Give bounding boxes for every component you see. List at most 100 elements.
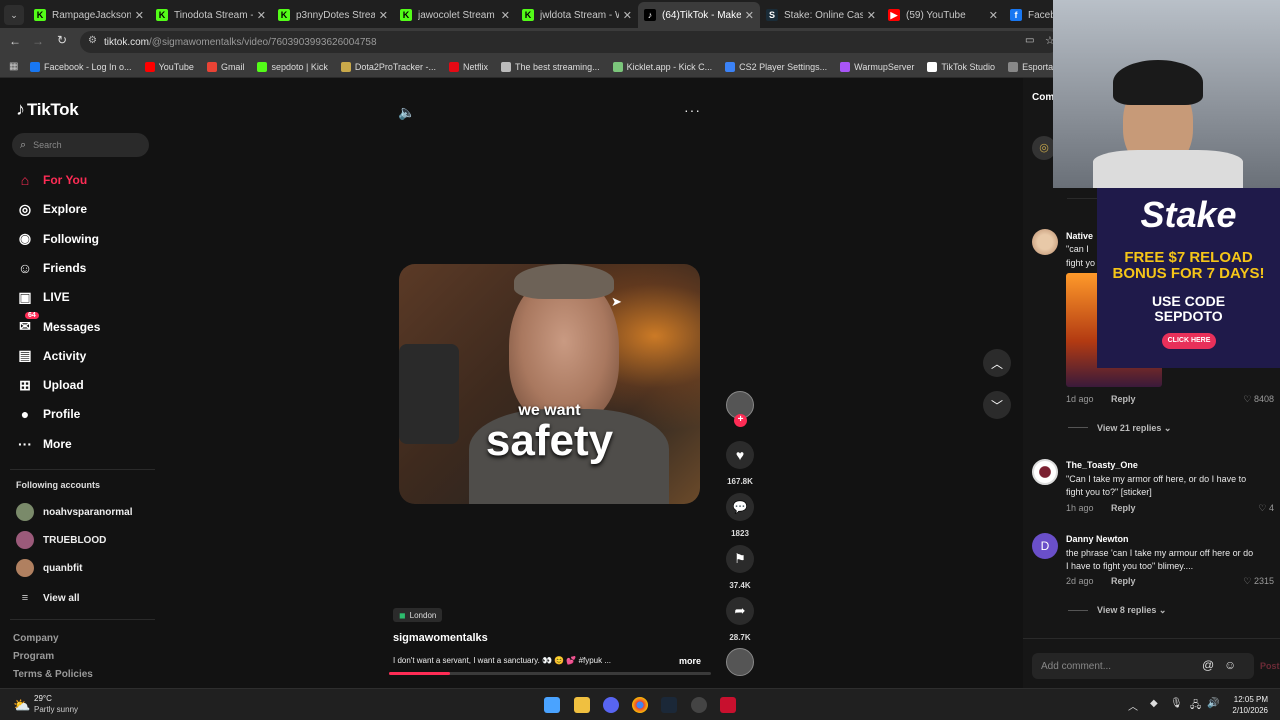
chrome-icon[interactable] xyxy=(632,697,648,713)
bookmark-item[interactable]: WarmupServer xyxy=(840,61,914,72)
following-account[interactable]: TRUEBLOOD xyxy=(16,530,106,550)
tray-chevron-up-icon[interactable]: ︿ xyxy=(1128,698,1138,713)
bookmark-item[interactable]: TikTok Studio xyxy=(927,61,995,72)
speaker-icon[interactable]: 🔊 xyxy=(1207,698,1219,709)
browser-tab[interactable]: ♪ (64)TikTok - Make ✕ xyxy=(638,2,760,28)
forward-arrow-icon[interactable]: → xyxy=(32,34,44,48)
site-info-icon[interactable]: ⚙ xyxy=(88,35,97,46)
browser-tab[interactable]: S Stake: Online Casino ✕ xyxy=(760,2,882,28)
tab-close-icon[interactable]: ✕ xyxy=(623,9,632,22)
tiktok-logo[interactable]: ♪ TikTok xyxy=(16,99,79,120)
browser-tab[interactable]: Kjwldota Stream - Wa ✕ xyxy=(516,2,638,28)
bookmark-item[interactable]: sepdoto | Kick xyxy=(257,61,328,72)
obs-icon[interactable] xyxy=(691,697,707,713)
nav-live[interactable]: ▣ LIVE xyxy=(16,285,69,309)
save-button[interactable]: ⚑ xyxy=(726,545,754,573)
view-replies-button[interactable]: View 21 replies ⌄ xyxy=(1097,423,1171,434)
comment-button[interactable]: 💬 xyxy=(726,493,754,521)
footer-program-link[interactable]: Program xyxy=(13,651,54,662)
volume-icon[interactable]: 🔈 xyxy=(398,104,415,121)
clock-date[interactable]: 2/10/2026 xyxy=(1228,706,1268,715)
apps-grid-icon[interactable]: ▦ xyxy=(9,61,18,72)
previous-video-button[interactable]: ︿ xyxy=(983,349,1011,377)
bookmark-item[interactable]: Kicklet.app - Kick C... xyxy=(612,61,712,72)
comment-author[interactable]: The_Toasty_One xyxy=(1066,460,1138,470)
tab-close-icon[interactable]: ✕ xyxy=(745,9,754,22)
follow-plus-icon[interactable]: + xyxy=(734,414,747,427)
search-input[interactable]: ⌕ Search xyxy=(12,133,149,157)
network-icon[interactable]: 🖧 xyxy=(1190,698,1201,715)
app-red-icon[interactable] xyxy=(720,697,736,713)
file-explorer-icon[interactable] xyxy=(574,697,590,713)
description-more-button[interactable]: more xyxy=(679,656,701,666)
tray-app-icon[interactable]: ◆ xyxy=(1150,698,1158,709)
add-comment-input[interactable]: Add comment... @ ☺ xyxy=(1032,653,1254,679)
nav-activity[interactable]: ▤ Activity xyxy=(16,344,86,368)
bookmark-item[interactable]: Facebook - Log In o... xyxy=(30,61,132,72)
video-more-options-icon[interactable]: ··· xyxy=(684,102,701,118)
comment-like-button[interactable]: ♡ 2315 xyxy=(1223,576,1274,587)
nav-explore[interactable]: ◎ Explore xyxy=(16,197,87,221)
video-author[interactable]: sigmawomentalks xyxy=(393,632,488,644)
music-disc-avatar[interactable] xyxy=(726,648,754,676)
tab-close-icon[interactable]: ✕ xyxy=(501,9,510,22)
clock-time[interactable]: 12:05 PM xyxy=(1228,695,1268,704)
emoji-icon[interactable]: ☺ xyxy=(1224,658,1236,672)
bookmark-item[interactable]: Dota2ProTracker -... xyxy=(340,61,436,72)
browser-tab[interactable]: Kp3nnyDotes Stream ✕ xyxy=(272,2,394,28)
nav-upload[interactable]: ⊞ Upload xyxy=(16,373,84,397)
video-progress-track[interactable] xyxy=(389,672,711,675)
following-account[interactable]: noahvsparanormal xyxy=(16,502,132,522)
tab-close-icon[interactable]: ✕ xyxy=(867,9,876,22)
following-account[interactable]: quanbfit xyxy=(16,558,82,578)
weather-icon[interactable]: ⛅ xyxy=(13,697,30,714)
nav-following[interactable]: ◉ Following xyxy=(16,227,99,251)
address-bar[interactable]: ⚙ tiktok.com/@sigmawomentalks/video/7603… xyxy=(80,31,1060,53)
view-all-link[interactable]: ≡ View all xyxy=(16,588,80,608)
comment-avatar[interactable]: D xyxy=(1032,533,1058,559)
post-comment-button[interactable]: Post xyxy=(1260,661,1280,671)
reload-icon[interactable]: ↻ xyxy=(57,33,67,47)
microphone-icon[interactable]: 🎙 xyxy=(1170,698,1183,709)
comment-avatar[interactable] xyxy=(1032,229,1058,255)
tab-close-icon[interactable]: ✕ xyxy=(379,9,388,22)
discord-icon[interactable] xyxy=(603,697,619,713)
video-player[interactable]: we want safety xyxy=(399,264,700,504)
windows-start-icon[interactable] xyxy=(544,697,560,713)
nav-friends[interactable]: ☺ Friends xyxy=(16,256,87,280)
nav-profile[interactable]: ● Profile xyxy=(16,402,81,426)
tab-close-icon[interactable]: ✕ xyxy=(135,9,144,22)
comment-avatar[interactable] xyxy=(1032,459,1058,485)
browser-tab[interactable]: K RampageJackson Str ✕ xyxy=(28,2,150,28)
steam-icon[interactable] xyxy=(661,697,677,713)
like-button[interactable]: ♥ xyxy=(726,441,754,469)
footer-company-link[interactable]: Company xyxy=(13,633,59,644)
bookmark-item[interactable]: CS2 Player Settings... xyxy=(725,61,827,72)
browser-tab[interactable]: K Tinodota Stream - W ✕ xyxy=(150,2,272,28)
browser-tab[interactable]: ▶ (59) YouTube ✕ xyxy=(882,2,1004,28)
comments-tab-header[interactable]: Com xyxy=(1032,92,1054,103)
comment-reply-button[interactable]: Reply xyxy=(1111,503,1136,513)
share-button[interactable]: ➦ xyxy=(726,597,754,625)
nav-for-you[interactable]: ⌂ For You xyxy=(16,168,87,192)
comment-like-button[interactable]: ♡ 4 xyxy=(1223,503,1274,514)
nav-more[interactable]: ··· More xyxy=(16,432,72,456)
bookmark-item[interactable]: Esportal xyxy=(1008,61,1055,72)
comment-author[interactable]: Native xyxy=(1066,231,1093,241)
nav-messages[interactable]: ✉ Messages 64 xyxy=(16,311,100,339)
bookmark-item[interactable]: YouTube xyxy=(144,61,194,72)
next-video-button[interactable]: ﹀ xyxy=(983,391,1011,419)
bookmark-item[interactable]: Gmail xyxy=(206,61,244,72)
bookmark-item[interactable]: The best streaming... xyxy=(501,61,600,72)
view-replies-button[interactable]: View 8 replies ⌄ xyxy=(1097,605,1166,616)
location-tag[interactable]: ◼ London xyxy=(393,608,443,622)
tab-close-icon[interactable]: ✕ xyxy=(257,9,266,22)
browser-tab[interactable]: Kjawocolet Stream - W ✕ xyxy=(394,2,516,28)
comment-reply-button[interactable]: Reply xyxy=(1111,394,1136,404)
comment-like-button[interactable]: ♡ 8408 xyxy=(1223,394,1274,405)
click-here-button[interactable]: CLICK HERE xyxy=(1162,333,1216,349)
bookmark-item[interactable]: Netflix xyxy=(449,61,488,72)
mention-icon[interactable]: @ xyxy=(1202,658,1214,672)
comment-author[interactable]: Danny Newton xyxy=(1066,534,1129,544)
cast-icon[interactable]: ▭ xyxy=(1025,35,1034,46)
